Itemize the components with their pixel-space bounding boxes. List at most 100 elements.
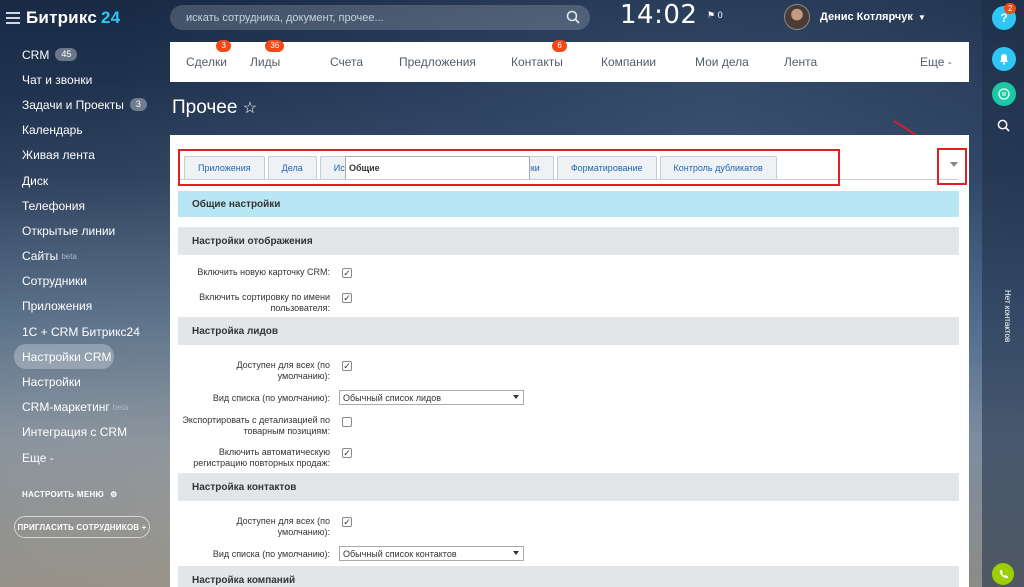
sidebar-item-label: CRM-маркетинг <box>22 400 110 415</box>
field-label: Вид списка (по умолчанию): <box>212 393 330 403</box>
sidebar-item[interactable]: 1С + CRM Битрикс24 <box>14 319 166 344</box>
phone-button[interactable] <box>992 563 1014 585</box>
count-badge: 36 <box>265 40 285 52</box>
beta-label: beta <box>112 402 129 412</box>
sidebar-item-label: Сотрудники <box>22 274 87 289</box>
sidebar-item[interactable]: Интеграция с CRM <box>14 420 166 445</box>
crm-tab[interactable]: Мои дела <box>695 55 749 69</box>
sidebar-item[interactable]: Настройки <box>14 369 166 394</box>
avatar <box>784 4 810 30</box>
sidebar-item-label: Сайты <box>22 249 59 264</box>
sidebar-item[interactable]: Задачи и Проекты 3 <box>14 92 166 117</box>
flag-counter[interactable]: ⚑ 0 <box>707 10 723 21</box>
field-label: Включить новую карточку CRM: <box>197 267 330 277</box>
crm-tab-label: Лента <box>784 55 818 69</box>
crm-tab-label: Лиды <box>250 55 281 69</box>
count-badge: 45 <box>55 48 78 62</box>
phone-icon <box>999 569 1008 578</box>
no-contacts-label: Нет контактов <box>1003 290 1012 343</box>
sidebar-item-label: Интеграция с CRM <box>22 425 128 440</box>
sidebar-item[interactable]: Телефония <box>14 193 166 218</box>
sidebar-item-label: 1С + CRM Битрикс24 <box>22 324 140 339</box>
section-contacts[interactable]: Настройка контактов <box>178 473 959 501</box>
setup-menu-button[interactable]: НАСТРОИТЬ МЕНЮ ⚙ <box>22 490 118 499</box>
crm-tab-label: Сделки <box>186 55 227 69</box>
notifications-button[interactable] <box>992 47 1016 71</box>
sidebar-menu: CRM 45 Чат и звонки Задачи и Проекты 3 Календ… <box>14 42 166 470</box>
section-leads[interactable]: Настройка лидов <box>178 317 959 345</box>
chevron-down-icon: ▼ <box>917 12 926 22</box>
bell-icon <box>999 54 1009 65</box>
section-general[interactable]: Общие настройки <box>178 191 959 217</box>
sidebar-item-label: Телефония <box>22 198 85 213</box>
crm-tab[interactable]: Предложения <box>399 55 476 69</box>
sidebar-item[interactable]: Живая лента <box>14 143 166 168</box>
sidebar-item-label: Задачи и Проекты <box>22 97 124 112</box>
tabs-highlight-box <box>178 149 840 186</box>
crm-tab-label: Еще - <box>920 55 952 69</box>
crm-tab[interactable]: Сделки 3 <box>186 40 231 69</box>
sidebar-item-label: Открытые линии <box>22 223 116 238</box>
search-icon[interactable] <box>997 119 1010 132</box>
sidebar-item-label: Еще - <box>22 450 54 465</box>
sidebar-item[interactable]: Чат и звонки <box>14 67 166 92</box>
chat-button[interactable] <box>992 82 1016 106</box>
sidebar-item[interactable]: Диск <box>14 168 166 193</box>
sidebar-item-label: Приложения <box>22 299 93 314</box>
sidebar-item-label: Чат и звонки <box>22 72 93 87</box>
sidebar-item[interactable]: CRM-маркетинг beta <box>14 395 166 420</box>
sidebar-item-label: CRM <box>22 47 50 62</box>
leads-available-checkbox[interactable]: ✓ <box>342 361 352 371</box>
auto-repeat-checkbox[interactable]: ✓ <box>342 448 352 458</box>
crm-tab[interactable]: Контакты 6 <box>511 40 567 69</box>
page-title: Прочее ☆ <box>172 97 258 118</box>
left-sidebar: Битрикс 24 CRM 45 Чат и звонки Задачи и Прое… <box>0 0 166 587</box>
sidebar-item[interactable]: Приложения <box>14 294 166 319</box>
search-input[interactable]: искать сотрудника, документ, прочее... <box>170 5 590 30</box>
clock[interactable]: 14:02 <box>620 0 697 30</box>
field-label: Экспортировать с детализацией по товарны… <box>182 415 330 436</box>
crm-tab[interactable]: Лиды 36 <box>250 40 285 69</box>
count-badge: 3 <box>129 98 147 112</box>
sidebar-item[interactable]: Сайты beta <box>14 244 166 269</box>
invite-employees-button[interactable]: ПРИГЛАСИТЬ СОТРУДНИКОВ + <box>14 516 150 538</box>
sidebar-item[interactable]: Открытые линии <box>14 218 166 243</box>
sidebar-item[interactable]: Календарь <box>14 118 166 143</box>
lead-list-select[interactable]: Обычный список лидов <box>339 390 524 405</box>
crm-tab[interactable]: Компании <box>601 55 656 69</box>
sidebar-item-label: Диск <box>22 173 49 188</box>
crm-tab[interactable]: Счета <box>330 55 363 69</box>
sidebar-item[interactable]: Сотрудники <box>14 269 166 294</box>
user-menu[interactable]: Денис Котлярчук ▼ <box>784 4 926 30</box>
new-card-checkbox[interactable]: ✓ <box>342 268 352 278</box>
logo-row: Битрикс 24 <box>6 6 120 30</box>
section-display[interactable]: Настройки отображения <box>178 227 959 255</box>
sidebar-item[interactable]: Настройки CRM <box>14 344 114 370</box>
menu-burger-icon[interactable] <box>6 12 20 24</box>
gear-icon: ⚙ <box>110 490 118 499</box>
sort-name-checkbox[interactable]: ✓ <box>342 293 352 303</box>
field-label: Доступен для всех (по умолчанию): <box>236 516 330 537</box>
flag-icon: ⚑ <box>707 10 716 20</box>
sidebar-item[interactable]: CRM 45 <box>14 42 166 67</box>
sidebar-item-label: Живая лента <box>22 148 95 163</box>
crm-tab-label: Счета <box>330 55 364 69</box>
section-companies[interactable]: Настройка компаний <box>178 566 959 587</box>
count-badge: 6 <box>552 40 567 52</box>
contacts-available-checkbox[interactable]: ✓ <box>342 517 352 527</box>
contact-list-select[interactable]: Обычный список контактов <box>339 546 524 561</box>
search-icon <box>566 10 580 24</box>
logo[interactable]: Битрикс 24 <box>26 8 120 28</box>
beta-label: beta <box>61 251 77 261</box>
tabs-dropdown-toggle[interactable] <box>950 162 958 167</box>
sidebar-item[interactable]: Еще - <box>14 445 166 470</box>
chat-icon <box>998 88 1010 100</box>
crm-tab-label: Компании <box>601 55 657 69</box>
export-detail-checkbox[interactable] <box>342 417 352 427</box>
crm-tab[interactable]: Лента <box>784 55 817 69</box>
crm-tab[interactable]: Еще - <box>920 55 952 69</box>
field-label: Включить сортировку по имени пользовател… <box>199 292 330 313</box>
sidebar-item-label: Настройки <box>22 375 81 390</box>
star-icon[interactable]: ☆ <box>243 100 257 117</box>
settings-panel: ОбщиеПриложенияДелаИсторияЖивая лентаСпр… <box>170 135 969 587</box>
